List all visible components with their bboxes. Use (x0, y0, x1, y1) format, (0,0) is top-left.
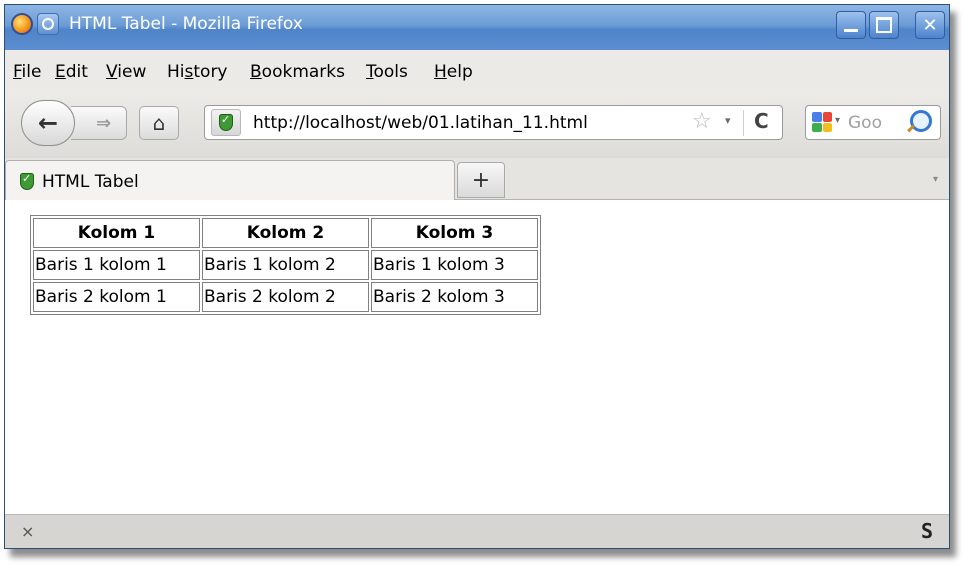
tab-html-tabel[interactable]: HTML Tabel (5, 160, 455, 200)
reload-icon[interactable]: C (754, 109, 769, 133)
table-row: Baris 2 kolom 1 Baris 2 kolom 2 Baris 2 … (33, 282, 538, 312)
close-button[interactable]: ✕ (915, 11, 945, 39)
site-identity-button[interactable] (211, 109, 241, 136)
table-header: Kolom 3 (371, 218, 538, 248)
minimize-icon (844, 28, 858, 32)
forward-button[interactable]: ⇒ (71, 106, 127, 140)
menu-view[interactable]: View (106, 62, 146, 82)
url-bar[interactable]: http://localhost/web/01.latihan_11.html … (204, 105, 783, 140)
forward-arrow-icon: ⇒ (95, 112, 112, 134)
close-addon-bar-icon[interactable]: × (21, 522, 34, 541)
maximize-icon (876, 17, 892, 33)
minimize-button[interactable] (836, 11, 866, 39)
shield-icon (219, 113, 233, 131)
window-title: HTML Tabel - Mozilla Firefox (69, 14, 303, 34)
menu-edit[interactable]: Edit (55, 62, 88, 82)
title-bar[interactable]: HTML Tabel - Mozilla Firefox ✕ (5, 5, 949, 50)
back-button[interactable]: ← (21, 100, 75, 146)
window-menu-icon[interactable] (37, 13, 59, 35)
table-cell: Baris 2 kolom 1 (33, 282, 200, 312)
home-button[interactable]: ⌂ (139, 106, 179, 140)
search-magnifier-icon[interactable] (910, 110, 932, 132)
table-header: Kolom 2 (202, 218, 369, 248)
back-arrow-icon: ← (37, 109, 59, 137)
plus-icon: + (471, 167, 491, 193)
page-content: Kolom 1 Kolom 2 Kolom 3 Baris 1 kolom 1 … (5, 200, 949, 514)
firefox-logo-icon[interactable] (11, 13, 33, 35)
url-text[interactable]: http://localhost/web/01.latihan_11.html (253, 113, 588, 133)
data-table: Kolom 1 Kolom 2 Kolom 3 Baris 1 kolom 1 … (30, 215, 541, 315)
table-cell: Baris 2 kolom 2 (202, 282, 369, 312)
table-cell: Baris 1 kolom 2 (202, 250, 369, 280)
menu-history[interactable]: History (167, 62, 228, 82)
table-cell: Baris 1 kolom 1 (33, 250, 200, 280)
new-tab-button[interactable]: + (457, 162, 505, 198)
menu-bookmarks[interactable]: Bookmarks (250, 62, 345, 82)
close-icon: ✕ (922, 14, 938, 36)
bookmark-star-icon[interactable]: ☆ (692, 109, 712, 134)
url-history-dropdown-icon[interactable]: ▾ (725, 114, 731, 127)
home-icon: ⌂ (152, 111, 166, 135)
search-engine-dropdown-icon[interactable]: ▾ (835, 115, 840, 126)
tab-list-dropdown-icon[interactable]: ▾ (933, 174, 938, 185)
table-row: Baris 1 kolom 1 Baris 1 kolom 2 Baris 1 … (33, 250, 538, 280)
table-cell: Baris 2 kolom 3 (371, 282, 538, 312)
table-header-row: Kolom 1 Kolom 2 Kolom 3 (33, 218, 538, 248)
url-separator (743, 110, 744, 136)
search-input[interactable]: Goo (848, 113, 908, 133)
search-engine-icon[interactable] (812, 112, 832, 132)
maximize-button[interactable] (869, 11, 899, 39)
tab-strip: HTML Tabel + ▾ (5, 158, 949, 200)
search-bar[interactable]: ▾ Goo (805, 105, 941, 140)
tab-shield-icon (20, 172, 34, 190)
status-bar: × S (5, 514, 949, 548)
navigation-toolbar: ⇒ ← ⌂ http://localhost/web/01.latihan_11… (5, 90, 949, 158)
table-header: Kolom 1 (33, 218, 200, 248)
addon-s-icon[interactable]: S (921, 519, 933, 543)
menu-help[interactable]: Help (434, 62, 473, 82)
menu-file[interactable]: File (13, 62, 41, 82)
menu-bar: File Edit View History Bookmarks Tools H… (5, 50, 949, 90)
table-cell: Baris 1 kolom 3 (371, 250, 538, 280)
menu-tools[interactable]: Tools (366, 62, 408, 82)
tab-label: HTML Tabel (42, 172, 139, 192)
browser-window: HTML Tabel - Mozilla Firefox ✕ File Edit… (4, 4, 950, 549)
